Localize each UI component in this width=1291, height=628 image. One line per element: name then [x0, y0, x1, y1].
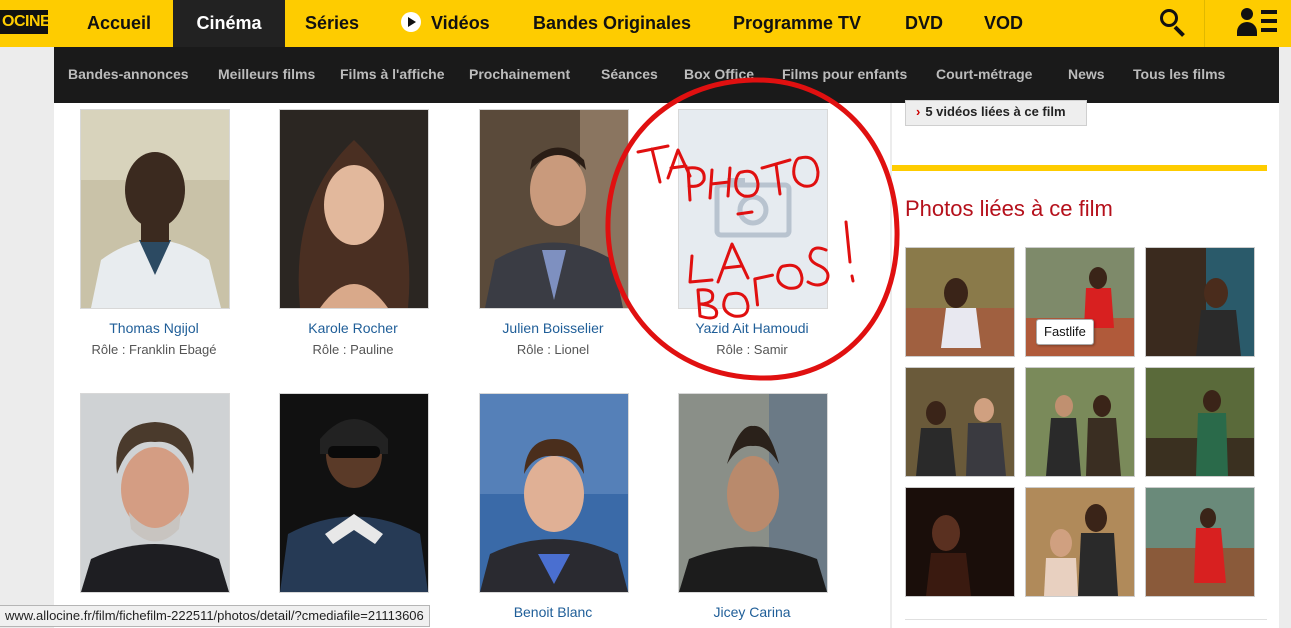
nav-series[interactable]: Séries: [305, 0, 359, 47]
subnav-films-pour-enfants[interactable]: Films pour enfants: [782, 47, 907, 103]
nav-accueil[interactable]: Accueil: [87, 0, 151, 47]
photo-thumbnail[interactable]: [1145, 367, 1255, 477]
photo-thumbnail[interactable]: [1145, 487, 1255, 597]
nav-dvd[interactable]: DVD: [905, 0, 943, 47]
cast-name-link[interactable]: Benoit Blanc: [453, 604, 653, 620]
cast-photo-row2-2[interactable]: [279, 393, 429, 593]
divider: [905, 619, 1267, 620]
search-button[interactable]: [1148, 0, 1204, 47]
subnav-prochainement[interactable]: Prochainement: [469, 47, 570, 103]
subnav-news[interactable]: News: [1068, 47, 1105, 103]
cast-role: Rôle : Pauline: [312, 342, 394, 357]
allocine-logo[interactable]: OCINE: [0, 10, 51, 34]
photo-tooltip: Fastlife: [1036, 319, 1094, 345]
subnav-films-a-l-affiche[interactable]: Films à l'affiche: [340, 47, 444, 103]
nav-programme-tv[interactable]: Programme TV: [733, 0, 861, 47]
subnav-seances[interactable]: Séances: [601, 47, 658, 103]
cast-role: Rôle : Lionel: [516, 342, 590, 357]
photo-thumbnail[interactable]: [905, 367, 1015, 477]
play-icon: [401, 12, 421, 33]
cast-photo-benoit-blanc[interactable]: [479, 393, 629, 593]
nav-vod[interactable]: VOD: [984, 0, 1023, 47]
cast-photo-jicey-carina[interactable]: [678, 393, 828, 593]
related-videos-button[interactable]: › 5 vidéos liées à ce film: [905, 100, 1087, 126]
section-divider: [892, 165, 1267, 171]
photo-thumbnail[interactable]: [1145, 247, 1255, 357]
photo-thumbnail[interactable]: [1025, 487, 1135, 597]
cast-name-link[interactable]: Yazid Ait Hamoudi: [652, 320, 852, 336]
cast-name-link[interactable]: Karole Rocher: [253, 320, 453, 336]
cast-photo-karole-rocher[interactable]: [279, 109, 429, 309]
photo-thumbnail[interactable]: [905, 247, 1015, 357]
related-videos-label: 5 vidéos liées à ce film: [925, 104, 1066, 119]
cinema-subnav: Bandes-annonces Meilleurs films Films à …: [54, 47, 1279, 103]
subnav-tous-les-films[interactable]: Tous les films: [1133, 47, 1225, 103]
browser-status-bar: www.allocine.fr/film/fichefilm-222511/ph…: [0, 605, 430, 627]
account-button[interactable]: [1205, 0, 1291, 47]
subnav-bandes-annonces[interactable]: Bandes-annonces: [68, 47, 189, 103]
nav-videos-label: Vidéos: [431, 13, 490, 33]
cast-name-link[interactable]: Julien Boisselier: [453, 320, 653, 336]
photo-thumbnail[interactable]: [1025, 367, 1135, 477]
cast-photo-thomas-ngijol[interactable]: [80, 109, 230, 309]
cast-role: Rôle : Samir: [716, 342, 788, 357]
related-photos-title: Photos liées à ce film: [905, 196, 1113, 221]
photo-thumbnail[interactable]: [905, 487, 1015, 597]
subnav-meilleurs-films[interactable]: Meilleurs films: [218, 47, 315, 103]
chevron-right-icon: ›: [916, 104, 921, 119]
cast-photo-row2-1[interactable]: [80, 393, 230, 593]
cast-photo-julien-boisselier[interactable]: [479, 109, 629, 309]
top-navigation-bar: OCINE Accueil Cinéma Séries Vidéos Bande…: [0, 0, 1291, 47]
nav-videos[interactable]: Vidéos: [401, 0, 490, 47]
cast-name-link[interactable]: Jicey Carina: [652, 604, 852, 620]
cast-name-link[interactable]: Thomas Ngijol: [54, 320, 254, 336]
subnav-box-office[interactable]: Box Office: [684, 47, 754, 103]
cast-role: Rôle : Franklin Ebagé: [91, 342, 217, 357]
cast-photo-placeholder[interactable]: [678, 109, 828, 309]
subnav-court-metrage[interactable]: Court-métrage: [936, 47, 1032, 103]
nav-bandes-originales[interactable]: Bandes Originales: [533, 0, 691, 47]
nav-cinema[interactable]: Cinéma: [173, 0, 285, 47]
